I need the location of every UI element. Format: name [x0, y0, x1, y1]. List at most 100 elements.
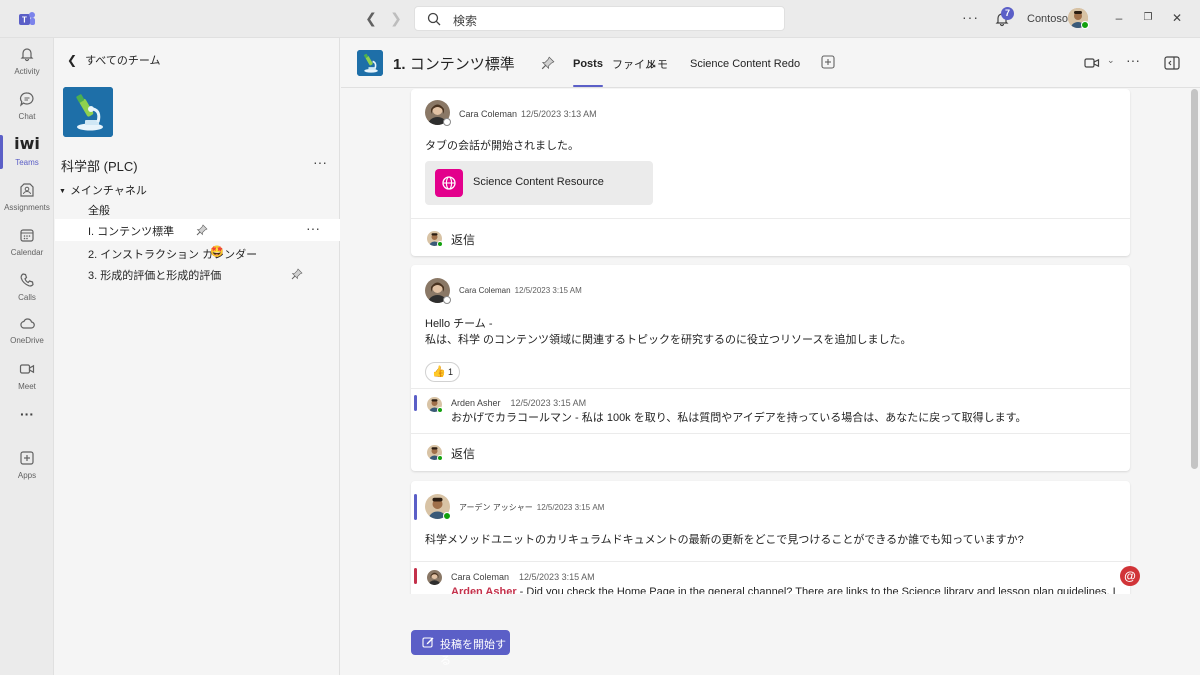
- channel-more-button[interactable]: ···: [306, 220, 320, 236]
- globe-icon: [435, 169, 463, 197]
- presence-offline-icon: [443, 118, 451, 126]
- post-meta: Cara Coleman 12/5/2023 3:15 AM: [459, 286, 582, 295]
- rail-apps[interactable]: Apps: [0, 444, 54, 488]
- timestamp: 12/5/2023 3:15 AM: [536, 503, 605, 512]
- mention-at-icon[interactable]: @: [1120, 566, 1140, 586]
- tab-link-card[interactable]: Science Content Resource: [425, 161, 653, 205]
- chevron-down-icon[interactable]: ⌄: [1107, 55, 1115, 66]
- start-new-post-label: 投稿を開始する: [440, 639, 506, 667]
- more-options-button[interactable]: ···: [962, 9, 979, 25]
- teams-icon: iwi: [14, 134, 40, 153]
- team-avatar[interactable]: [63, 87, 113, 137]
- post-card[interactable]: Cara Coleman 12/5/2023 3:13 AM タブの会話が開始され…: [411, 89, 1130, 256]
- presence-available-icon: [437, 241, 443, 247]
- thread-reply[interactable]: Cara Coleman 12/5/2023 3:15 AM Arden Ashe…: [411, 562, 1130, 594]
- channel-section-header[interactable]: ▼ メインチャネル: [59, 182, 147, 198]
- rail-label: Assignments: [4, 203, 50, 212]
- reply-text: - Did you check the Home Page in the gen…: [516, 586, 1116, 594]
- post-meta: Cara Coleman 12/5/2023 3:13 AM: [459, 109, 597, 119]
- video-icon: [19, 364, 35, 374]
- presence-available-icon: [437, 455, 443, 461]
- author-name[interactable]: Cara Coleman: [459, 286, 511, 295]
- add-tab-icon[interactable]: [821, 55, 835, 69]
- rail-onedrive[interactable]: OneDrive: [0, 309, 54, 353]
- feed-scrollbar[interactable]: [1191, 89, 1198, 469]
- team-name[interactable]: 科学部 (PLC): [61, 156, 138, 175]
- author-name[interactable]: アーデン アッシャー: [459, 503, 533, 512]
- reply-meta: Arden Asher 12/5/2023 3:15 AM: [451, 398, 586, 408]
- rail-chat[interactable]: Chat: [0, 85, 54, 129]
- posts-feed[interactable]: Cara Coleman 12/5/2023 3:13 AM タブの会話が開始され…: [341, 89, 1189, 594]
- post-card[interactable]: アーデン アッシャー 12/5/2023 3:15 AM 科学メソッドユニットのカ…: [411, 481, 1130, 594]
- presence-available-icon: [443, 512, 451, 520]
- tab-notes[interactable]: メモ: [646, 56, 668, 72]
- meet-video-icon[interactable]: [1084, 56, 1100, 70]
- rail-meet[interactable]: Meet: [0, 355, 54, 399]
- team-more-button[interactable]: ···: [313, 154, 327, 170]
- search-input[interactable]: 検索: [414, 6, 785, 31]
- rail-teams[interactable]: iwi Teams: [0, 131, 54, 175]
- pin-icon: [291, 268, 303, 280]
- channel-title: 1. コンテンツ標準: [393, 53, 515, 74]
- rail-more[interactable]: ···: [0, 402, 54, 446]
- tab-science-content-redo[interactable]: Science Content Redo: [690, 58, 800, 70]
- channel-general[interactable]: 全般: [55, 198, 340, 220]
- post-body-line-1: Hello チーム -: [425, 318, 493, 330]
- forward-arrow-icon[interactable]: ❯: [388, 10, 404, 26]
- author-name[interactable]: Cara Coleman: [451, 572, 509, 582]
- channel-avatar: [357, 50, 383, 76]
- post-card[interactable]: Cara Coleman 12/5/2023 3:15 AM Hello チーム …: [411, 265, 1130, 471]
- channel-title-text: コンテンツ標準: [409, 56, 515, 73]
- rail-calls[interactable]: Calls: [0, 266, 54, 310]
- compose-icon: [422, 637, 434, 648]
- tab-posts[interactable]: Posts: [573, 58, 603, 87]
- rail-activity[interactable]: Activity: [0, 40, 54, 84]
- back-arrow-icon[interactable]: ❮: [363, 10, 379, 26]
- restore-icon[interactable]: ❐: [1141, 11, 1155, 25]
- rail-label: Meet: [18, 382, 36, 391]
- tenant-name[interactable]: Contoso: [1027, 13, 1068, 25]
- channel-formative-assessment[interactable]: 3. 形成的評価と形成的評価: [55, 263, 340, 285]
- reply-meta: Cara Coleman 12/5/2023 3:15 AM: [451, 572, 595, 582]
- pin-icon: [196, 224, 208, 236]
- title-bar: T ❮ ❯ 検索 ··· 7 Contoso – ❐ ✕: [0, 0, 1200, 38]
- back-label: すべてのチーム: [85, 55, 161, 67]
- reply-label: 返信: [451, 447, 476, 461]
- back-to-all-teams[interactable]: ❮ すべてのチーム: [67, 52, 161, 68]
- channel-content-standards[interactable]: I. コンテンツ標準 ···: [55, 219, 340, 241]
- rail-label: OneDrive: [10, 336, 44, 345]
- channel-label: I. コンテンツ標準: [88, 226, 175, 238]
- reply-body: Arden Asher - Did you check the Home Pag…: [451, 584, 1126, 594]
- microscope-icon: [357, 50, 383, 76]
- chevron-left-icon: ❮: [67, 53, 78, 67]
- channel-instruction-calendar[interactable]: 2. インストラクション カレンダー 🤩: [55, 242, 340, 264]
- minimize-icon[interactable]: –: [1112, 11, 1126, 25]
- more-icon: ···: [20, 406, 34, 422]
- rail-calendar[interactable]: Calendar: [0, 221, 54, 265]
- reaction-like[interactable]: 👍 1: [425, 362, 460, 382]
- rail-assignments[interactable]: Assignments: [0, 176, 54, 220]
- notification-badge: 7: [1001, 7, 1014, 20]
- assignments-icon: [20, 183, 34, 197]
- link-title: Science Content Resource: [473, 176, 604, 188]
- open-side-panel-icon[interactable]: [1164, 56, 1180, 70]
- mention[interactable]: Arden Asher: [451, 586, 517, 594]
- rail-label: Calls: [18, 293, 36, 302]
- rail-label: Chat: [18, 112, 36, 121]
- timestamp: 12/5/2023 3:13 AM: [521, 109, 597, 119]
- close-icon[interactable]: ✕: [1170, 11, 1184, 25]
- thread-reply[interactable]: Arden Asher 12/5/2023 3:15 AM おかげでカラコールマン…: [411, 389, 1130, 431]
- channel-header: 1. コンテンツ標準 Posts ファイル メモ Science Content…: [341, 38, 1200, 88]
- svg-text:T: T: [22, 16, 27, 25]
- reply-button[interactable]: 返信: [411, 219, 1130, 257]
- rail-label: Teams: [15, 158, 39, 167]
- phone-icon: [20, 273, 34, 287]
- author-name[interactable]: Arden Asher: [451, 398, 501, 408]
- start-new-post-button[interactable]: 投稿を開始する: [411, 630, 510, 667]
- section-label: メインチャネル: [69, 185, 147, 197]
- author-name[interactable]: Cara Coleman: [459, 109, 517, 119]
- post-body-line-2: 私は、科学 のコンテンツ領域に関連するトピックを研究するのに役立つリソースを追加…: [425, 334, 912, 346]
- reply-body: おかげでカラコールマン - 私は 100k を取り、私は質問やアイデアを持ってい…: [451, 412, 1027, 424]
- header-more-button[interactable]: ···: [1126, 52, 1140, 68]
- reply-button[interactable]: 返信: [411, 433, 1130, 471]
